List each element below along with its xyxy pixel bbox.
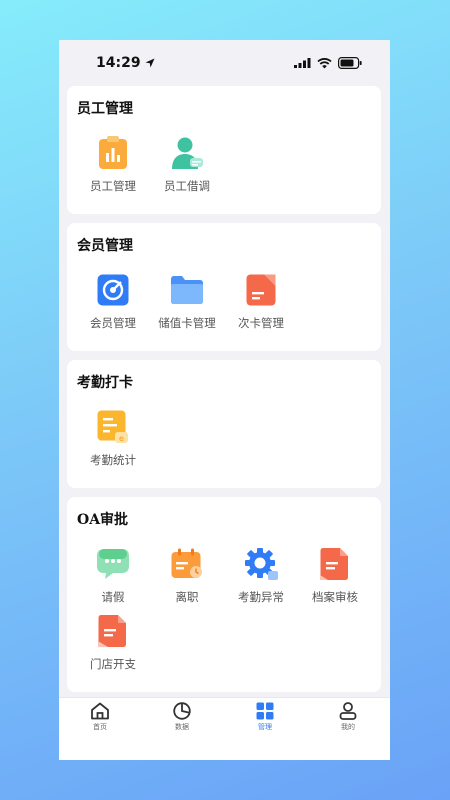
card-document-icon [244,273,278,307]
card-attendance: 考勤打卡 e 考勤统计 [67,360,381,488]
item-staff-management[interactable]: 员工管理 [73,136,153,194]
section-title: 员工管理 [77,101,133,117]
member-dial-icon [96,273,130,307]
item-stored-value-card[interactable]: 储值卡管理 [147,273,227,331]
battery-icon [338,57,362,69]
tab-label: 首页 [93,723,107,731]
folder-icon [170,273,204,307]
item-label: 储值卡管理 [158,316,216,330]
item-label: 会员管理 [90,316,136,330]
grid-icon [256,702,274,720]
tab-label: 我的 [341,723,355,731]
item-label: 次卡管理 [238,316,284,330]
bottom-tab-bar: 首页 数据 管理 我的 [59,697,390,760]
chat-bubble-icon [96,547,130,581]
item-label: 离职 [175,590,199,604]
expense-document-icon [96,614,130,648]
location-arrow-icon [145,58,155,68]
svg-text:e: e [119,434,124,443]
card-member-management: 会员管理 会员管理 储值卡管理 次卡管理 [67,223,381,351]
status-icons [294,57,362,69]
time-text: 14:29 [96,55,141,71]
item-attendance-stats[interactable]: e 考勤统计 [73,410,153,468]
wifi-icon [317,57,332,68]
item-label: 考勤异常 [238,590,284,604]
tab-mine[interactable]: 我的 [318,702,378,732]
item-archive-review[interactable]: 档案审核 [295,547,375,605]
item-label: 员工借调 [164,179,210,193]
tab-label: 管理 [258,723,272,731]
item-resignation[interactable]: 离职 [147,547,227,605]
status-bar: 14:29 [59,40,390,86]
item-label: 员工管理 [90,179,136,193]
section-title: 会员管理 [77,238,133,254]
phone-screen: 14:29 员工管理 员工管理 员工借调 会员管理 会员管理 储值卡管理 次卡管… [59,40,390,760]
home-icon [91,702,109,720]
item-label: 档案审核 [312,590,358,604]
item-member-management[interactable]: 会员管理 [73,273,153,331]
item-label: 门店开支 [90,657,136,671]
section-title: OA审批 [77,512,129,528]
section-title: 考勤打卡 [77,375,133,391]
item-leave-request[interactable]: 请假 [73,547,153,605]
tab-label: 数据 [175,723,189,731]
user-icon [339,702,357,720]
item-label: 考勤统计 [90,453,136,467]
card-oa-approval: OA审批 请假 离职 考勤异常 档案审核 门店开支 [67,497,381,692]
card-staff-management: 员工管理 员工管理 员工借调 [67,86,381,214]
tab-manage[interactable]: 管理 [235,702,295,732]
item-attendance-exception[interactable]: 考勤异常 [221,547,301,605]
item-store-expense[interactable]: 门店开支 [73,614,153,672]
item-staff-secondment[interactable]: 员工借调 [147,136,227,194]
pie-chart-icon [173,702,191,720]
document-review-icon [318,547,352,581]
attendance-chart-icon: e [96,410,130,444]
item-punch-card[interactable]: 次卡管理 [221,273,301,331]
tab-data[interactable]: 数据 [152,702,212,732]
status-time: 14:29 [96,55,155,71]
gear-icon [244,547,278,581]
item-label: 请假 [101,590,125,604]
briefcase-icon [170,547,204,581]
person-transfer-icon [170,136,204,170]
tab-home[interactable]: 首页 [70,702,130,732]
signal-icon [294,58,311,68]
clipboard-chart-icon [96,136,130,170]
